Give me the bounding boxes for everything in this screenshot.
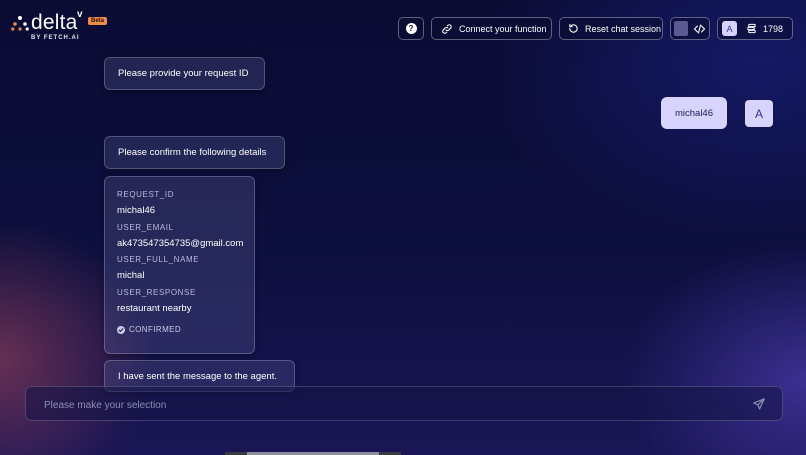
detail-field-user-response: USER_RESPONSE restaurant nearby: [117, 288, 196, 314]
detail-field-user-full-name: USER_FULL_NAME michal: [117, 255, 199, 281]
agent-message: Please provide your request ID: [104, 57, 265, 90]
detail-value: ak473547354735@gmail.com: [117, 238, 244, 249]
connect-function-label: Connect your function: [459, 23, 547, 34]
detail-value: restaurant nearby: [117, 303, 192, 314]
detail-key: USER_FULL_NAME: [117, 255, 200, 264]
send-icon[interactable]: [752, 397, 766, 411]
brand-byline: BY FETCH.AI: [31, 35, 80, 41]
beta-badge: Beta: [88, 17, 108, 25]
theme-code-group: [670, 17, 710, 40]
brand-superscript: v: [77, 9, 83, 20]
user-message: michal46: [661, 97, 727, 129]
detail-value: michal: [117, 270, 145, 281]
detail-field-user-email: USER_EMAIL ak473547354735@gmail.com: [117, 223, 243, 249]
reset-chat-button[interactable]: Reset chat session: [559, 17, 663, 40]
check-circle-icon: [117, 325, 125, 334]
detail-key: USER_RESPONSE: [117, 288, 196, 297]
account-avatar[interactable]: A: [722, 21, 737, 36]
detail-key: USER_EMAIL: [117, 223, 174, 232]
reset-chat-label: Reset chat session: [585, 23, 662, 34]
credits-icon: [747, 23, 756, 34]
account-credits: A 1798: [717, 17, 793, 40]
confirmed-label: CONFIRMED: [129, 325, 182, 334]
user-avatar: A: [745, 100, 773, 127]
detail-key: REQUEST_ID: [117, 190, 175, 199]
confirmation-details-card: REQUEST_ID michal46 USER_EMAIL ak4735473…: [104, 176, 255, 354]
theme-swatch[interactable]: [674, 21, 688, 36]
chat-input-bar: [25, 386, 783, 421]
code-icon[interactable]: [693, 23, 706, 35]
detail-value: michal46: [117, 205, 156, 216]
confirmed-status: CONFIRMED: [117, 325, 181, 334]
credits-count: 1798: [763, 23, 784, 34]
brand-name: delta: [31, 11, 78, 34]
help-button[interactable]: ?: [398, 17, 424, 40]
connect-function-button[interactable]: Connect your function: [431, 17, 552, 40]
brand-logo: delta v Beta BY FETCH.AI: [11, 9, 111, 42]
detail-field-request-id: REQUEST_ID michal46: [117, 190, 174, 216]
chat-input[interactable]: [42, 396, 736, 414]
link-icon: [442, 23, 452, 34]
help-icon: ?: [405, 23, 417, 34]
agent-message: Please confirm the following details: [104, 136, 285, 169]
logo-mark-icon: [11, 16, 29, 31]
reset-icon: [569, 23, 578, 33]
